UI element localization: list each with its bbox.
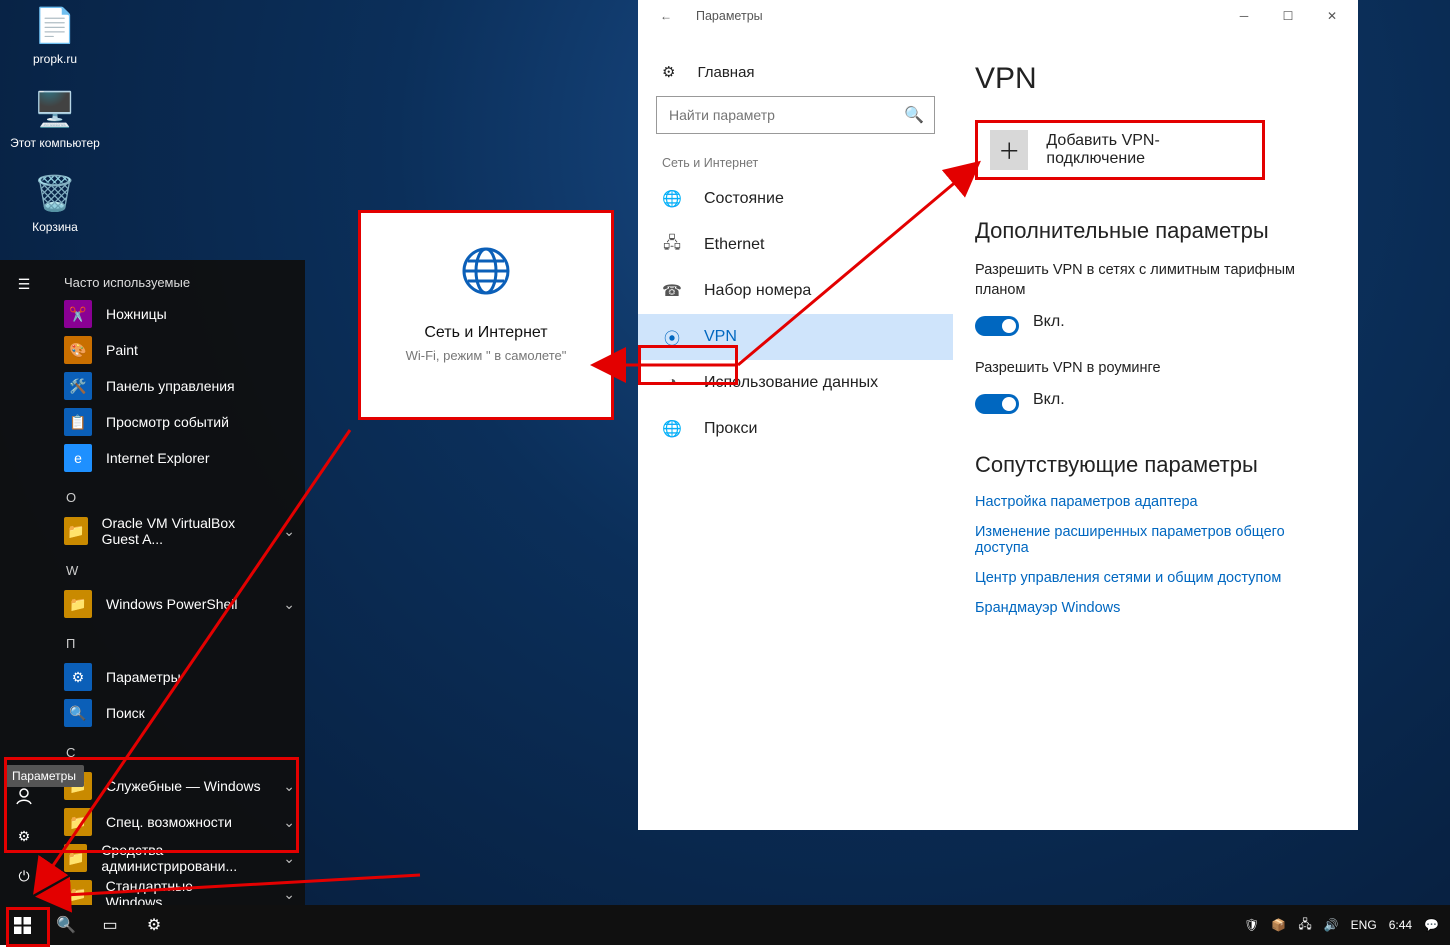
nav-home[interactable]: ⚙Главная xyxy=(638,52,953,92)
globe-icon: 🌐 xyxy=(662,189,682,209)
app-ie[interactable]: eInternet Explorer xyxy=(48,440,305,476)
app-event-viewer[interactable]: 📋Просмотр событий xyxy=(48,404,305,440)
tray-shield-icon[interactable]: 🛡 xyxy=(1241,905,1262,945)
taskbar: 🔍 ▭ ⚙ 🛡 📦 🖧 🔊 ENG 6:44 💬 xyxy=(0,905,1450,945)
desktop-icon-propk[interactable]: 📄propk.ru xyxy=(10,4,100,66)
metered-toggle[interactable] xyxy=(975,316,1019,336)
app-standard[interactable]: 📁Стандартные — Windows⌄ xyxy=(48,876,305,905)
task-view-button[interactable]: ▭ xyxy=(88,905,132,945)
link-sharing[interactable]: Изменение расширенных параметров общего … xyxy=(975,524,1328,556)
proxy-icon: 🌐 xyxy=(662,419,682,439)
app-snip[interactable]: ✂️Ножницы xyxy=(48,296,305,332)
nav-dialup[interactable]: ☎Набор номера xyxy=(638,268,953,314)
roaming-label: Разрешить VPN в роуминге xyxy=(975,358,1328,378)
globe-icon xyxy=(458,243,514,299)
maximize-button[interactable]: ☐ xyxy=(1266,2,1310,30)
link-firewall[interactable]: Брандмауэр Windows xyxy=(975,600,1328,616)
settings-window: ← Параметры ─ ☐ ✕ ⚙Главная 🔍 Сеть и Инте… xyxy=(638,0,1358,830)
app-search[interactable]: 🔍Поиск xyxy=(48,695,305,731)
settings-tile-network[interactable]: Сеть и Интернет Wi-Fi, режим " в самолет… xyxy=(358,210,614,420)
page-title: VPN xyxy=(975,62,1328,96)
window-title: Параметры xyxy=(696,9,763,23)
toggle-on-label: Вкл. xyxy=(1033,391,1065,409)
frequent-header: Часто используемые xyxy=(48,265,305,296)
back-button[interactable]: ← xyxy=(652,2,680,30)
start-menu: ☰ ⚙ ⏻ Часто используемые ✂️Ножницы 🎨Pain… xyxy=(0,260,305,905)
nav-ethernet[interactable]: 🖧Ethernet xyxy=(638,222,953,268)
letter-w[interactable]: W xyxy=(48,549,305,586)
ethernet-icon: 🖧 xyxy=(662,232,682,259)
tooltip-settings: Параметры xyxy=(4,765,84,787)
nav-status[interactable]: 🌐Состояние xyxy=(638,176,953,222)
add-vpn-button[interactable]: ＋ Добавить VPN-подключение xyxy=(975,120,1265,180)
desktop-icon-this-pc[interactable]: 🖥️Этот компьютер xyxy=(10,88,100,150)
data-icon: ◔ xyxy=(662,374,682,392)
roaming-toggle[interactable] xyxy=(975,394,1019,414)
link-adapter[interactable]: Настройка параметров адаптера xyxy=(975,494,1328,510)
plus-icon: ＋ xyxy=(990,130,1028,170)
related-header: Сопутствующие параметры xyxy=(975,452,1328,478)
toggle-on-label: Вкл. xyxy=(1033,313,1065,331)
search-icon: 🔍 xyxy=(904,105,924,125)
app-windows-tools[interactable]: 📁Служебные — Windows⌄ xyxy=(48,768,305,804)
gear-icon: ⚙ xyxy=(662,63,675,81)
letter-s[interactable]: С xyxy=(48,731,305,768)
system-tray: 🛡 📦 🖧 🔊 ENG 6:44 💬 xyxy=(1241,905,1450,945)
tray-network-icon[interactable]: 🖧 xyxy=(1295,905,1314,945)
settings-nav: ⚙Главная 🔍 Сеть и Интернет 🌐Состояние 🖧E… xyxy=(638,32,953,830)
search-input[interactable] xyxy=(669,107,904,123)
metered-label: Разрешить VPN в сетях с лимитным тарифны… xyxy=(975,260,1328,300)
nav-data-usage[interactable]: ◔Использование данных xyxy=(638,360,953,406)
close-button[interactable]: ✕ xyxy=(1310,2,1354,30)
app-admin-tools[interactable]: 📁Средства администрировани...⌄ xyxy=(48,840,305,876)
minimize-button[interactable]: ─ xyxy=(1222,2,1266,30)
tray-notifications-icon[interactable]: 💬 xyxy=(1421,905,1442,945)
link-network-center[interactable]: Центр управления сетями и общим доступом xyxy=(975,570,1328,586)
taskbar-settings[interactable]: ⚙ xyxy=(132,905,176,945)
desktop-icon-recycle[interactable]: 🗑️Корзина xyxy=(10,172,100,234)
taskbar-search[interactable]: 🔍 xyxy=(44,905,88,945)
app-oracle-vm[interactable]: 📁Oracle VM VirtualBox Guest A...⌄ xyxy=(48,513,305,549)
tray-cube-icon[interactable]: 📦 xyxy=(1268,905,1289,945)
settings-main: VPN ＋ Добавить VPN-подключение Дополните… xyxy=(953,32,1358,830)
nav-proxy[interactable]: 🌐Прокси xyxy=(638,406,953,452)
add-vpn-label: Добавить VPN-подключение xyxy=(1046,132,1250,168)
app-control-panel[interactable]: 🛠️Панель управления xyxy=(48,368,305,404)
phone-icon: ☎ xyxy=(662,281,682,301)
app-paint[interactable]: 🎨Paint xyxy=(48,332,305,368)
tile-title: Сеть и Интернет xyxy=(361,324,611,342)
app-powershell[interactable]: 📁Windows PowerShell⌄ xyxy=(48,586,305,622)
nav-section: Сеть и Интернет xyxy=(638,138,953,176)
tray-time[interactable]: 6:44 xyxy=(1386,905,1415,945)
tray-volume-icon[interactable]: 🔊 xyxy=(1321,905,1342,945)
nav-vpn[interactable]: ⦿VPN xyxy=(638,314,953,360)
power-icon[interactable]: ⏻ xyxy=(0,852,48,900)
advanced-header: Дополнительные параметры xyxy=(975,218,1328,244)
letter-p[interactable]: П xyxy=(48,622,305,659)
start-button[interactable] xyxy=(0,905,44,945)
app-parameters[interactable]: ⚙Параметры xyxy=(48,659,305,695)
start-rail: ☰ ⚙ ⏻ xyxy=(0,260,48,905)
letter-o[interactable]: O xyxy=(48,476,305,513)
tile-subtitle: Wi-Fi, режим " в самолете" xyxy=(361,348,611,363)
settings-search[interactable]: 🔍 xyxy=(656,96,935,134)
app-accessibility[interactable]: 📁Спец. возможности⌄ xyxy=(48,804,305,840)
vpn-icon: ⦿ xyxy=(662,325,682,349)
tray-lang[interactable]: ENG xyxy=(1348,905,1380,945)
chevron-down-icon: ⌄ xyxy=(283,523,295,540)
hamburger-icon[interactable]: ☰ xyxy=(0,260,48,308)
